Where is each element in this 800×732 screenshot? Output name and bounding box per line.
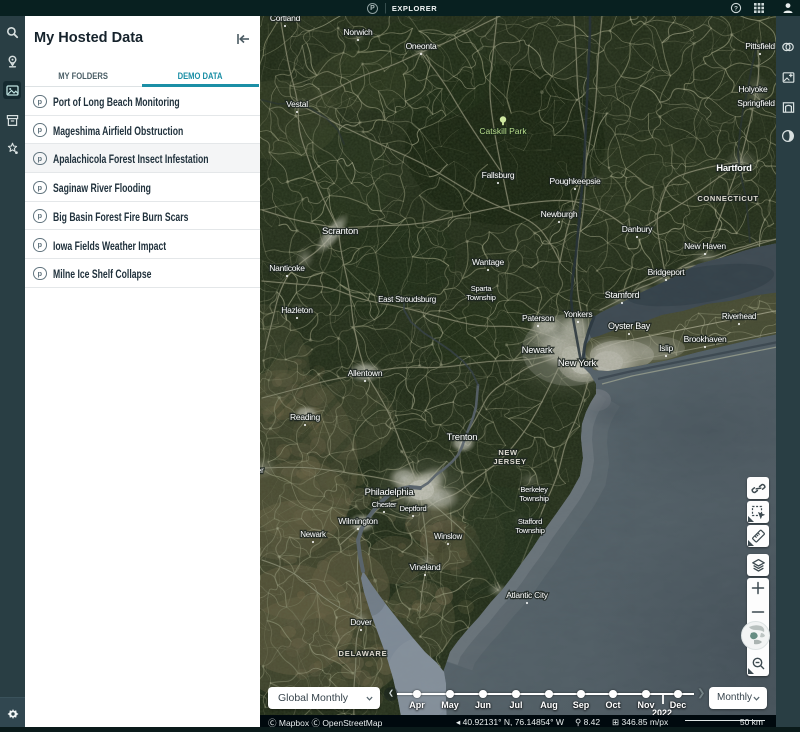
svg-text:JERSEY: JERSEY	[493, 457, 526, 466]
svg-text:Hartford: Hartford	[716, 163, 752, 174]
svg-text:DELAWARE: DELAWARE	[339, 649, 388, 658]
svg-text:Holyoke: Holyoke	[739, 84, 768, 94]
svg-text:Paterson: Paterson	[522, 313, 555, 323]
svg-text:Newark: Newark	[300, 530, 327, 539]
svg-text:Township: Township	[519, 494, 548, 503]
svg-text:NEW: NEW	[498, 448, 518, 457]
svg-text:Islip: Islip	[659, 343, 673, 353]
svg-text:Chester: Chester	[372, 500, 397, 509]
svg-text:Brookhaven: Brookhaven	[684, 334, 727, 344]
svg-text:Wantage: Wantage	[472, 257, 504, 267]
svg-text:Reading: Reading	[290, 412, 320, 422]
svg-text:Allentown: Allentown	[348, 368, 383, 378]
svg-text:Township: Township	[466, 293, 495, 302]
svg-text:Wilmington: Wilmington	[338, 516, 378, 526]
svg-text:Dover: Dover	[350, 617, 372, 627]
svg-text:Stafford: Stafford	[518, 517, 542, 526]
svg-text:Vestal: Vestal	[286, 99, 308, 109]
svg-text:Oneonta: Oneonta	[406, 41, 437, 51]
svg-text:Nanticoke: Nanticoke	[269, 263, 305, 273]
svg-text:East Stroudsburg: East Stroudsburg	[378, 295, 436, 304]
svg-text:Poughkeepsie: Poughkeepsie	[550, 176, 601, 186]
svg-text:Riverhead: Riverhead	[722, 312, 756, 321]
svg-text:Lancaster: Lancaster	[260, 465, 264, 475]
svg-text:Sparta: Sparta	[471, 284, 493, 293]
svg-text:Deptford: Deptford	[400, 504, 427, 513]
svg-text:Newburgh: Newburgh	[541, 209, 578, 219]
svg-text:Norwich: Norwich	[344, 27, 373, 37]
svg-text:CONNECTICUT: CONNECTICUT	[697, 194, 758, 203]
svg-text:Atlantic City: Atlantic City	[506, 590, 549, 600]
svg-text:?: ?	[734, 5, 738, 12]
svg-text:Scranton: Scranton	[322, 226, 358, 237]
svg-text:Cortland: Cortland	[270, 16, 301, 23]
svg-text:Springfield: Springfield	[737, 98, 775, 108]
svg-text:Fallsburg: Fallsburg	[482, 170, 515, 180]
svg-text:Hazleton: Hazleton	[281, 305, 313, 315]
svg-text:Newark: Newark	[522, 345, 553, 356]
svg-text:Danbury: Danbury	[622, 224, 653, 234]
svg-text:Trenton: Trenton	[447, 432, 478, 443]
svg-text:Oyster Bay: Oyster Bay	[608, 321, 651, 331]
svg-text:Bridgeport: Bridgeport	[648, 267, 686, 277]
svg-text:New Haven: New Haven	[684, 241, 726, 251]
svg-text:Winslow: Winslow	[434, 532, 463, 541]
svg-text:Berkeley: Berkeley	[520, 485, 548, 494]
svg-text:Vineland: Vineland	[410, 562, 441, 572]
svg-text:Pittsfield: Pittsfield	[745, 41, 775, 51]
svg-text:New York: New York	[558, 358, 597, 369]
svg-text:Yonkers: Yonkers	[564, 309, 593, 319]
svg-text:Township: Township	[515, 526, 544, 535]
svg-text:Philadelphia: Philadelphia	[365, 487, 415, 498]
svg-text:Stamford: Stamford	[605, 290, 640, 300]
svg-text:Catskill Park: Catskill Park	[479, 126, 527, 136]
